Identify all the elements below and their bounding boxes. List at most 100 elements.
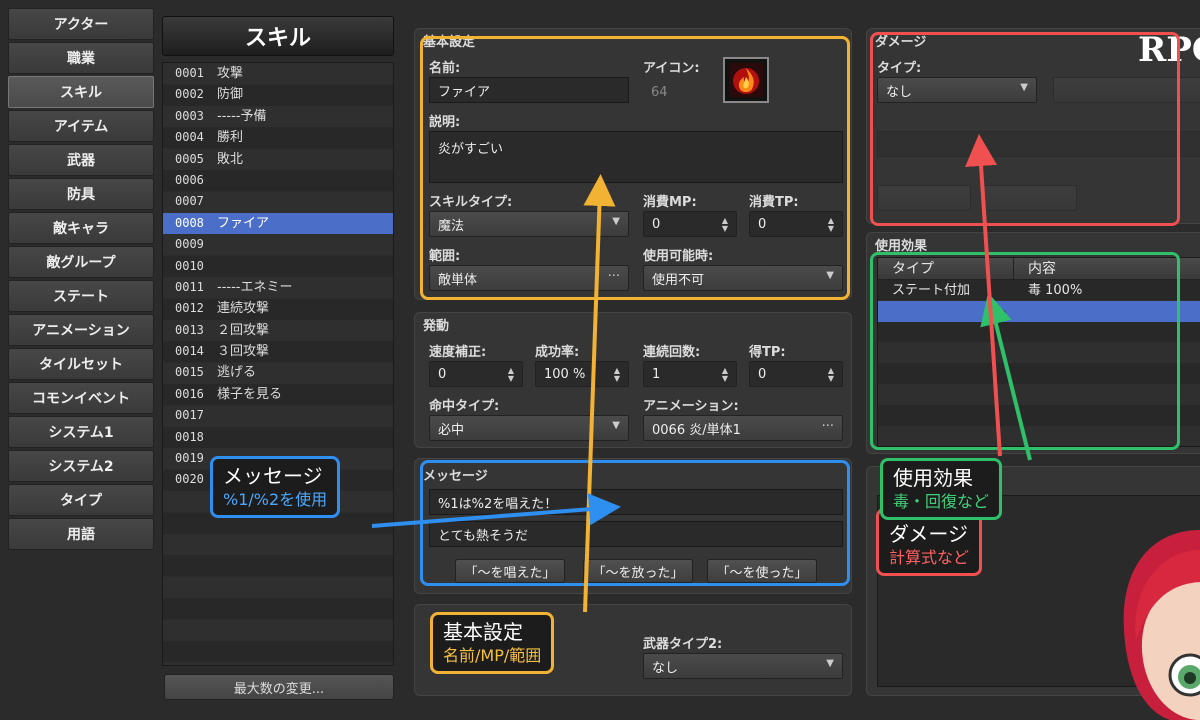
success-value: 100 %	[544, 366, 586, 382]
hit-type-select[interactable]: 必中 ▼	[429, 415, 629, 441]
skill-name: -----予備	[217, 108, 267, 124]
skill-name: 攻撃	[217, 66, 244, 81]
spinner-arrows-icon[interactable]: ▲ ▼	[722, 367, 728, 383]
spinner-arrows-icon[interactable]: ▲ ▼	[508, 367, 514, 383]
nav-item[interactable]: スキル	[8, 76, 154, 108]
skill-name: 敗北	[217, 151, 244, 167]
chevron-down-icon: ▼	[612, 420, 620, 431]
skill-list-item[interactable]: 0005 敗北	[163, 149, 393, 170]
skill-name: 様子を見る	[217, 386, 283, 402]
ellipsis-icon: ···	[821, 419, 834, 434]
skill-id: 0004	[175, 130, 204, 145]
skill-id: 0007	[175, 194, 204, 209]
nav-item[interactable]: システム2	[8, 450, 154, 482]
skill-name: 連続攻撃	[217, 301, 270, 317]
skill-name: -----エネミー	[217, 279, 293, 295]
invocation-title: 発動	[423, 319, 450, 334]
skill-list-item[interactable]: 0003 -----予備	[163, 106, 393, 127]
skill-name: ファイア	[217, 215, 270, 231]
message-callout-title: メッセージ	[223, 464, 323, 488]
hit-type-label: 命中タイプ:	[429, 399, 500, 414]
skill-list-item[interactable]: 0007	[163, 191, 393, 212]
nav-item[interactable]: ステート	[8, 280, 154, 312]
effects-callout: 使用効果 毒・回復など	[880, 458, 1003, 520]
effects-callout-title: 使用効果	[893, 466, 973, 490]
nav-item[interactable]: アクター	[8, 8, 154, 40]
skill-id: 0011	[175, 279, 204, 294]
skill-list-item[interactable]: 0011 -----エネミー	[163, 277, 393, 298]
repeat-label: 連続回数:	[643, 345, 701, 360]
nav-item[interactable]: 防具	[8, 178, 154, 210]
nav-item[interactable]: アイテム	[8, 110, 154, 142]
skill-id: 0015	[175, 365, 204, 380]
skill-list-item[interactable]: 0009	[163, 234, 393, 255]
skill-list-item[interactable]: 0002 防御	[163, 84, 393, 105]
success-spinner[interactable]: 100 % ▲ ▼	[535, 361, 629, 387]
skill-list-item[interactable]: 0012 連続攻撃	[163, 298, 393, 319]
basic-settings-callout-sub: 名前/MP/範囲	[443, 646, 542, 665]
basic-settings-callout: 基本設定 名前/MP/範囲	[430, 612, 555, 674]
skill-name: 防御	[217, 87, 244, 103]
tp-gain-label: 得TP:	[749, 345, 786, 360]
change-max-button[interactable]: 最大数の変更...	[164, 674, 394, 700]
skill-id: 0009	[175, 237, 204, 252]
repeat-value: 1	[652, 366, 661, 382]
effects-highlight	[870, 252, 1180, 450]
skill-list-item[interactable]: 0016 様子を見る	[163, 384, 393, 405]
nav-item[interactable]: アニメーション	[8, 314, 154, 346]
skill-list-item[interactable]: 0017	[163, 405, 393, 426]
skill-name: ３回攻撃	[217, 344, 270, 360]
basic-settings-highlight	[420, 36, 850, 300]
skill-name: 逃げる	[217, 365, 257, 381]
nav-item[interactable]: 敵キャラ	[8, 212, 154, 244]
hit-type-value: 必中	[438, 422, 465, 438]
skill-list[interactable]: 0001 攻撃 0002 防御 0003 -----予備 0004 勝利 0005 敗北 0006 0…	[162, 62, 394, 666]
message-callout-sub: %1/%2を使用	[223, 490, 328, 509]
skill-list-item[interactable]: 0001 攻撃	[163, 63, 393, 84]
skill-list-item[interactable]: 0015 逃げる	[163, 362, 393, 383]
database-nav: アクター 職業 スキル アイテム 武器 防具 敵キャラ 敵グループ ステート アニメーション タイル…	[8, 8, 154, 552]
effects-callout-sub: 毒・回復など	[893, 492, 990, 511]
repeat-spinner[interactable]: 1 ▲ ▼	[643, 361, 737, 387]
skill-id: 0017	[175, 408, 204, 423]
weapon-type2-value: なし	[652, 660, 679, 676]
message-callout: メッセージ %1/%2を使用	[210, 456, 341, 518]
animation-select[interactable]: 0066 炎/単体1 ···	[643, 415, 843, 441]
animation-label: アニメーション:	[643, 399, 739, 414]
tp-gain-value: 0	[758, 366, 767, 382]
nav-item[interactable]: 職業	[8, 42, 154, 74]
invocation-panel: 発動 速度補正: 0 ▲ ▼ 成功率: 100 % ▲ ▼ 連続回数: 1 ▲ ▼ 得TP:…	[414, 312, 852, 448]
skill-list-item[interactable]: 0014 ３回攻撃	[163, 341, 393, 362]
damage-callout-sub: 計算式など	[889, 548, 970, 567]
nav-item[interactable]: システム1	[8, 416, 154, 448]
skill-id: 0013	[175, 322, 204, 337]
skill-list-item[interactable]: 0018	[163, 427, 393, 448]
message-highlight	[420, 460, 850, 586]
weapon-type2-select[interactable]: なし ▼	[643, 653, 843, 679]
spinner-arrows-icon[interactable]: ▲ ▼	[828, 367, 834, 383]
tp-gain-spinner[interactable]: 0 ▲ ▼	[749, 361, 843, 387]
spinner-arrows-icon[interactable]: ▲ ▼	[614, 367, 620, 383]
speed-spinner[interactable]: 0 ▲ ▼	[429, 361, 523, 387]
nav-item[interactable]: コモンイベント	[8, 382, 154, 414]
skill-list-item[interactable]: 0010	[163, 256, 393, 277]
skill-id: 0010	[175, 258, 204, 273]
skill-list-title: スキル	[162, 16, 394, 56]
skill-list-item[interactable]: 0008 ファイア	[163, 212, 393, 235]
skill-id: 0014	[175, 344, 204, 359]
skill-list-item[interactable]: 0006	[163, 170, 393, 191]
speed-value: 0	[438, 366, 447, 382]
nav-item[interactable]: 用語	[8, 518, 154, 550]
skill-list-item[interactable]: 0013 ２回攻撃	[163, 320, 393, 341]
nav-item[interactable]: 敵グループ	[8, 246, 154, 278]
skill-id: 0016	[175, 386, 204, 401]
skill-list-item[interactable]: 0004 勝利	[163, 127, 393, 148]
skill-id: 0003	[175, 108, 204, 123]
skill-id: 0001	[175, 66, 204, 80]
nav-item[interactable]: タイプ	[8, 484, 154, 516]
chevron-down-icon: ▼	[826, 658, 834, 669]
nav-item[interactable]: 武器	[8, 144, 154, 176]
skill-id: 0002	[175, 87, 204, 102]
nav-item[interactable]: タイルセット	[8, 348, 154, 380]
skill-id: 0005	[175, 151, 204, 166]
